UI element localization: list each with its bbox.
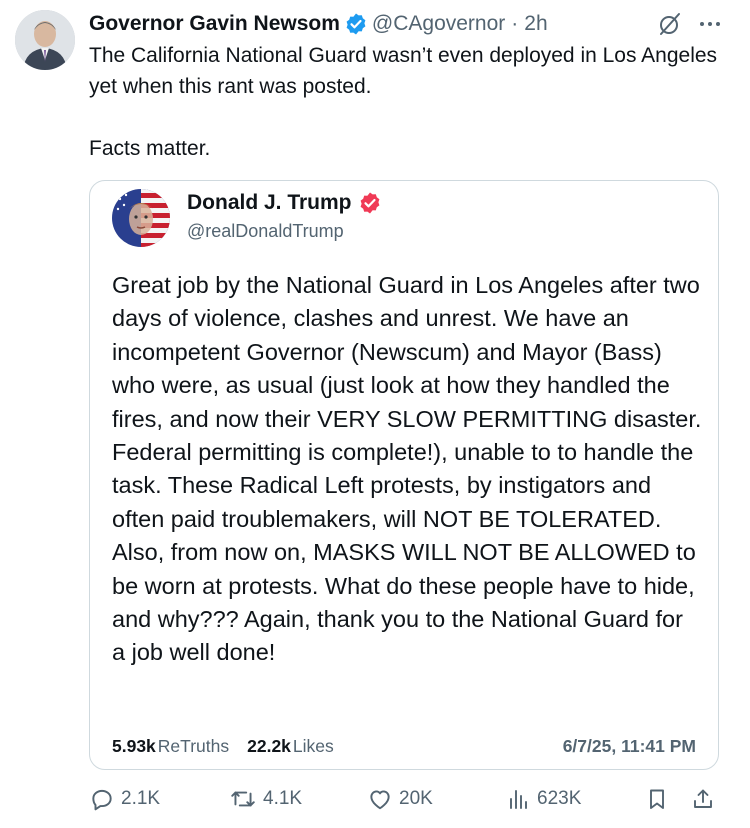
verified-badge-icon[interactable] — [344, 12, 368, 36]
reply-count: 2.1K — [121, 788, 161, 809]
bookmark-icon — [645, 786, 669, 812]
repost-count: 4.1K — [263, 788, 303, 809]
quoted-author-handle[interactable]: @realDonaldTrump — [187, 221, 344, 242]
heart-icon — [367, 786, 393, 812]
quoted-author-row: Donald J. Trump — [187, 191, 382, 215]
post-text: The California National Guard wasn’t eve… — [89, 44, 718, 160]
bookmark-button[interactable] — [645, 786, 669, 812]
post-time[interactable]: 2h — [524, 12, 547, 36]
reply-icon — [89, 786, 115, 812]
quoted-post-card[interactable]: Donald J. Trump @realDonaldTrump Great j… — [89, 180, 719, 770]
likes-label: Likes — [292, 736, 334, 756]
more-icon[interactable] — [696, 10, 724, 38]
retruths-label: ReTruths — [157, 736, 230, 756]
author-name[interactable]: Governor Gavin Newsom — [89, 12, 340, 36]
views-icon — [507, 786, 531, 812]
repost-icon — [229, 786, 257, 812]
quoted-post-date: 6/7/25, 11:41 PM — [562, 736, 696, 756]
like-count: 20K — [399, 788, 433, 809]
views-button[interactable]: 623K — [507, 786, 581, 812]
likes-count: 22.2k — [247, 736, 291, 756]
action-bar: 2.1K 4.1K 20K 623K — [89, 786, 719, 820]
grok-icon[interactable] — [656, 10, 684, 38]
quoted-post-stats: 5.93k ReTruths 22.2k Likes — [112, 736, 334, 757]
quoted-author-avatar[interactable] — [112, 189, 170, 247]
post-header: Governor Gavin Newsom @CAgovernor · 2h — [89, 8, 548, 40]
reply-button[interactable]: 2.1K — [89, 786, 160, 812]
like-button[interactable]: 20K — [367, 786, 433, 812]
share-button[interactable] — [691, 786, 715, 812]
separator-dot: · — [511, 12, 519, 35]
share-icon — [691, 786, 715, 812]
repost-button[interactable]: 4.1K — [229, 786, 302, 812]
quoted-post-text: Great job by the National Guard in Los A… — [112, 272, 702, 666]
truth-verified-icon — [358, 191, 382, 215]
author-handle[interactable]: @CAgovernor — [372, 12, 505, 36]
author-avatar[interactable] — [15, 10, 75, 70]
views-count: 623K — [537, 788, 582, 809]
quoted-author-name[interactable]: Donald J. Trump — [187, 191, 352, 215]
header-actions — [656, 10, 724, 38]
retruths-count: 5.93k — [112, 736, 156, 756]
